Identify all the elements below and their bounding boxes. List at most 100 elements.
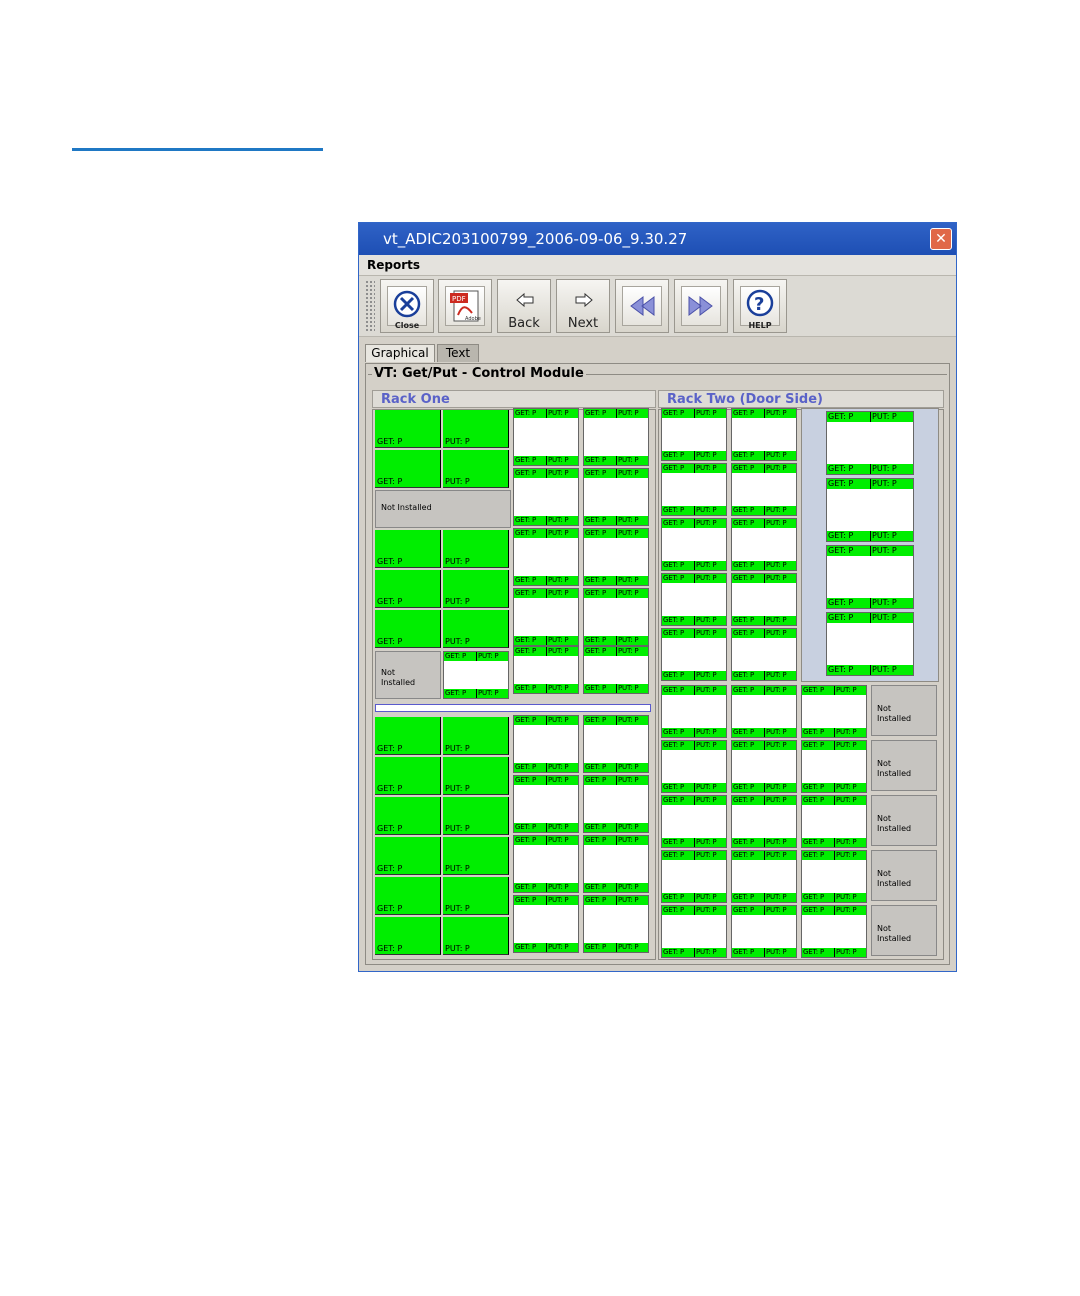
get-label: GET: P [514,636,547,645]
slot-status-bar: GET: P PUT: P [584,896,648,905]
slot-cell: GET: P PUT: P GET: P PUT: P [731,518,797,571]
help-icon: ? [740,286,780,326]
not-installed-tile: Not Installed [871,685,937,736]
get-label: GET: P [662,519,695,528]
slot-status-bar: GET: P PUT: P [802,686,866,695]
back-button[interactable]: Back [497,279,551,333]
put-label: PUT: P [871,479,913,489]
report-window: vt_ADIC203100799_2006-09-06_9.30.27 ✕ Re… [358,222,957,972]
slot-status-bar: GET: P PUT: P [732,728,796,737]
slot-cell: GET: P PUT: P GET: P PUT: P [731,408,797,461]
status-label: PUT: P [445,824,470,833]
get-label: GET: P [514,529,547,538]
get-label: GET: P [444,652,477,661]
slot-status-bar: GET: P PUT: P [662,728,726,737]
wide-slot-cell: GET: P PUT: P GET: P PUT: P [826,612,914,676]
put-label: PUT: P [695,519,726,528]
slot-cell: GET: P PUT: P GET: P PUT: P [661,850,727,903]
drive-status-tile: PUT: P [443,410,509,448]
get-label: GET: P [662,671,695,680]
get-label: GET: P [662,616,695,625]
slot-status-bar: GET: P PUT: P [584,636,648,645]
get-label: GET: P [802,906,835,915]
get-label: GET: P [584,409,617,418]
put-label: PUT: P [695,561,726,570]
get-label: GET: P [732,506,765,515]
slot-status-bar: GET: P PUT: P [662,519,726,528]
wide-slot-cell: GET: P PUT: P GET: P PUT: P [826,478,914,542]
get-label: GET: P [514,823,547,832]
get-label: GET: P [662,409,695,418]
toolbar-grip[interactable] [365,280,375,332]
put-label: PUT: P [765,948,796,957]
slot-status-bar: GET: P PUT: P [662,893,726,902]
get-label: GET: P [584,516,617,525]
put-label: PUT: P [765,616,796,625]
put-label: PUT: P [765,506,796,515]
put-label: PUT: P [871,613,913,623]
not-installed-tile: Not Installed [871,905,937,956]
get-label: GET: P [802,838,835,847]
menu-reports[interactable]: Reports [367,258,420,272]
slot-status-bar: GET: P PUT: P [584,836,648,845]
slot-status-bar: GET: P PUT: P [514,636,578,645]
fast-forward-button[interactable] [674,279,728,333]
get-label: GET: P [662,796,695,805]
slot-status-bar: GET: P PUT: P [514,716,578,725]
slot-status-bar: GET: P PUT: P [732,464,796,473]
put-label: PUT: P [547,469,578,478]
slot-cell: GET: P PUT: P GET: P PUT: P [801,795,867,848]
window-close-button[interactable]: ✕ [930,228,952,250]
get-label: GET: P [732,686,765,695]
rewind-icon [622,286,662,326]
get-label: GET: P [584,836,617,845]
put-label: PUT: P [617,647,648,656]
get-label: GET: P [514,576,547,585]
slot-status-bar: GET: P PUT: P [662,506,726,515]
slot-status-bar: GET: P PUT: P [444,652,508,661]
slot-status-bar: GET: P PUT: P [662,948,726,957]
slot-status-bar: GET: P PUT: P [584,684,648,693]
drive-status-tile: GET: P [375,797,441,835]
slot-cell: GET: P PUT: P GET: P PUT: P [513,895,579,953]
tab-graphical[interactable]: Graphical [365,344,435,362]
slot-cell: GET: P PUT: P GET: P PUT: P [731,573,797,626]
get-label: GET: P [802,728,835,737]
close-button[interactable]: Close [380,279,434,333]
next-button[interactable]: Next [556,279,610,333]
tab-text[interactable]: Text [437,344,479,362]
slot-cell: GET: P PUT: P GET: P PUT: P [583,588,649,646]
get-label: GET: P [514,684,547,693]
get-label: GET: P [584,469,617,478]
status-label: GET: P [377,824,403,833]
rack-one-area: GET: P PUT: P GET: P PUT: P GET: P PUT: P GET:… [372,408,656,960]
drive-status-tile: PUT: P [443,717,509,755]
put-label: PUT: P [617,763,648,772]
drive-status-tile: GET: P [375,570,441,608]
get-label: GET: P [732,451,765,460]
get-label: GET: P [732,741,765,750]
slot-status-bar: GET: P PUT: P [827,613,913,623]
put-label: PUT: P [547,516,578,525]
window-title: vt_ADIC203100799_2006-09-06_9.30.27 [383,230,688,248]
put-label: PUT: P [547,896,578,905]
slot-cell: GET: P PUT: P GET: P PUT: P [513,835,579,893]
svg-text:?: ? [754,294,764,315]
slot-status-bar: GET: P PUT: P [732,574,796,583]
get-label: GET: P [514,883,547,892]
slot-status-bar: GET: P PUT: P [662,741,726,750]
get-label: GET: P [584,456,617,465]
get-label: GET: P [444,689,477,698]
help-button[interactable]: ? HELP [733,279,787,333]
get-label: GET: P [732,851,765,860]
slot-cell: GET: P PUT: P GET: P PUT: P [801,685,867,738]
not-installed-tile: Not Installed [375,651,441,699]
rewind-button[interactable] [615,279,669,333]
slot-status-bar: GET: P PUT: P [584,469,648,478]
put-label: PUT: P [695,948,726,957]
get-label: GET: P [827,531,871,541]
slot-status-bar: GET: P PUT: P [662,616,726,625]
slot-cell: GET: P PUT: P GET: P PUT: P [661,795,727,848]
drive-status-tile: GET: P [375,410,441,448]
pdf-button[interactable]: PDF Adobe [438,279,492,333]
